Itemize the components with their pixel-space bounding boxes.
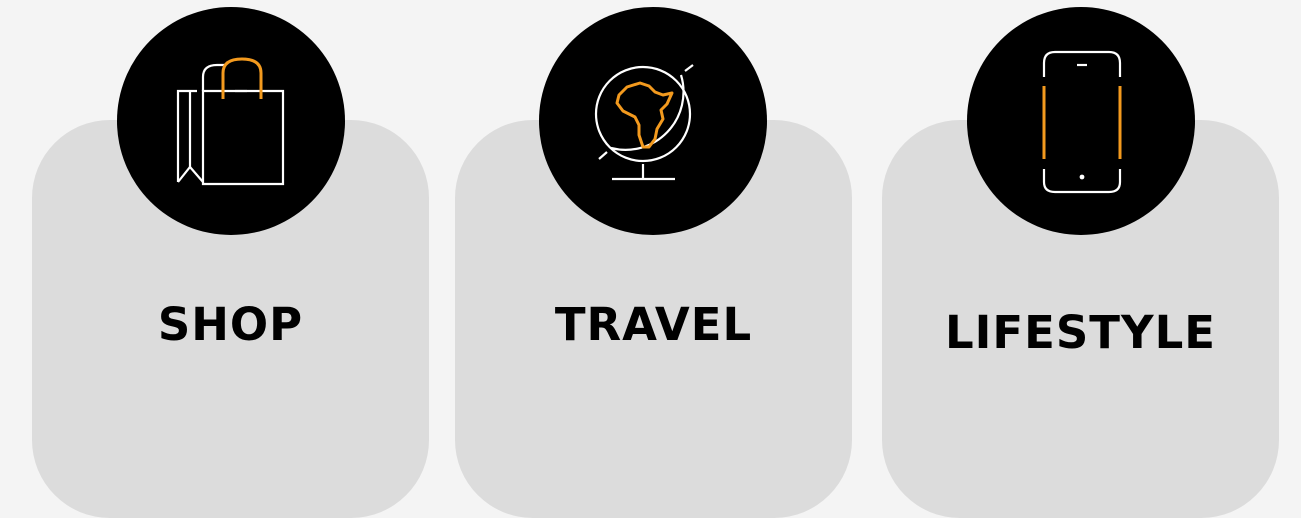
travel-icon-badge <box>539 7 767 235</box>
globe-africa-icon <box>594 64 694 181</box>
category-label-travel: TRAVEL <box>554 298 753 351</box>
category-label-lifestyle: LIFESTYLE <box>944 306 1216 359</box>
shopping-bag-icon <box>176 57 285 186</box>
category-label-shop: SHOP <box>157 298 304 351</box>
shop-icon-badge <box>117 7 345 235</box>
smartphone-icon <box>1042 50 1122 194</box>
lifestyle-icon-badge <box>967 7 1195 235</box>
category-grid: SHOP TRAVEL LIFESTYLE <box>0 0 1301 518</box>
